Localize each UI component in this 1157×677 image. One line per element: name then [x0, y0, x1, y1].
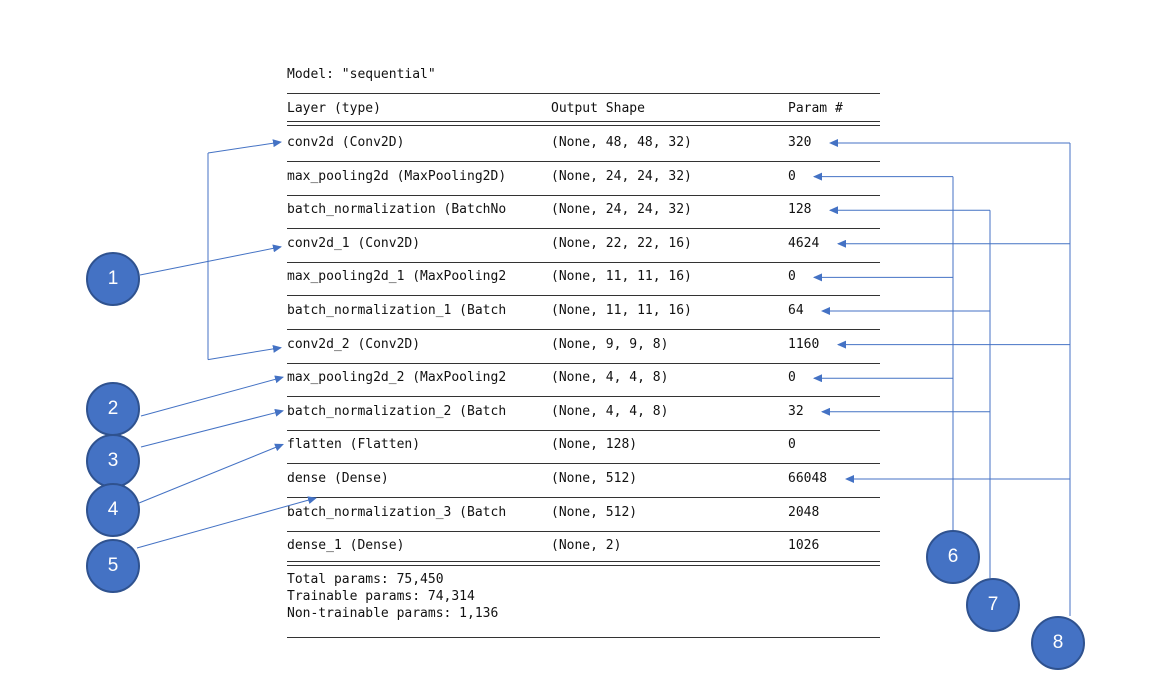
callout-arrow: [140, 408, 284, 448]
callout-3: 3: [86, 434, 140, 488]
callout-arrow: [207, 344, 282, 361]
model-summary-diagram: Model: "sequential" Layer (type) Output …: [0, 0, 1157, 677]
callout-arrow: [139, 244, 282, 276]
callout-2: 2: [86, 382, 140, 436]
callout-8: 8: [1031, 616, 1085, 670]
callout-7: 7: [966, 578, 1020, 632]
callout-6: 6: [926, 530, 980, 584]
callout-arrow: [138, 443, 284, 504]
callout-arrow: [207, 139, 282, 154]
callout-5: 5: [86, 539, 140, 593]
arrow-layer: [136, 139, 1071, 616]
callout-arrow: [140, 375, 284, 417]
callout-arrow: [136, 496, 317, 549]
callout-1: 1: [86, 252, 140, 306]
callout-4: 4: [86, 483, 140, 537]
